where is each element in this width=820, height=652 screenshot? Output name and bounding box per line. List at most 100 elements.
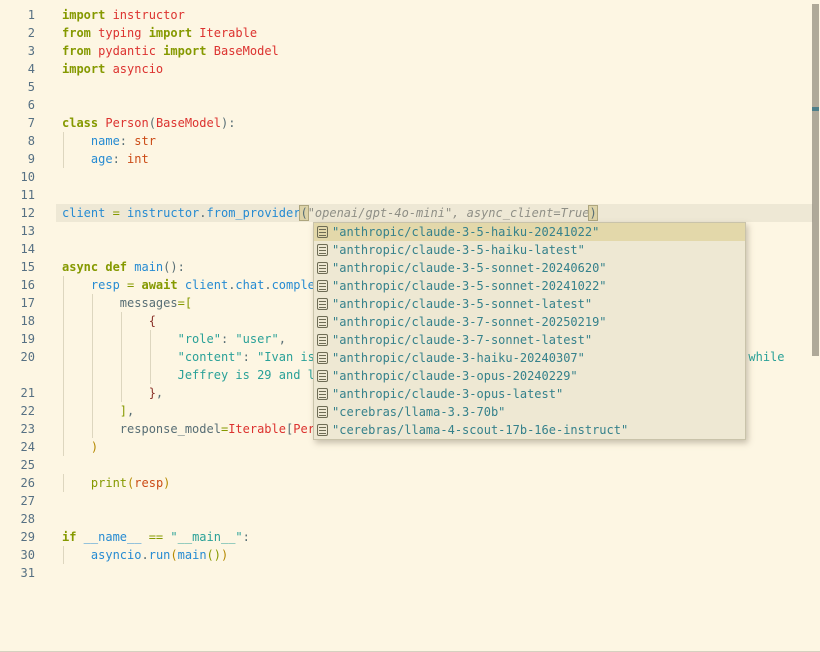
suggestion-item[interactable]: "anthropic/claude-3-5-sonnet-latest" (314, 295, 745, 313)
line-number: 5 (0, 78, 35, 96)
code-token: def (98, 260, 127, 274)
code-token: asyncio (105, 62, 163, 76)
code-line[interactable]: 7class Person(BaseModel): (0, 114, 820, 132)
suggestion-kind-icon (317, 226, 328, 238)
code-line[interactable]: 28 (0, 510, 820, 528)
code-token: () (207, 548, 221, 562)
code-token: from (62, 26, 91, 40)
code-token: ] (62, 404, 127, 418)
code-line[interactable]: 1 import instructor (0, 6, 820, 24)
autocomplete-popup[interactable]: "anthropic/claude-3-5-haiku-20241022""an… (313, 222, 746, 440)
code-line[interactable]: 24 ) (0, 438, 820, 456)
suggestion-label: "anthropic/claude-3-5-sonnet-latest" (332, 295, 592, 313)
code-token: int (120, 152, 149, 166)
code-line[interactable]: 29if __name__ == "__main__": (0, 528, 820, 546)
suggestion-item[interactable]: "anthropic/claude-3-opus-20240229" (314, 367, 745, 385)
code-line-content (62, 456, 820, 474)
suggestion-kind-icon (317, 334, 328, 346)
code-line-content: class Person(BaseModel): (62, 114, 820, 132)
code-line[interactable]: 6 (0, 96, 820, 114)
code-token: class (62, 116, 98, 130)
code-token: chat (235, 278, 264, 292)
inline-suggestion-ghost-text: "openai/gpt-4o-mini", async_client=True (308, 206, 590, 220)
code-token: await (134, 278, 177, 292)
code-line-content: import instructor (62, 6, 820, 24)
suggestion-item[interactable]: "anthropic/claude-3-5-haiku-20241022" (314, 223, 745, 241)
suggestion-item[interactable]: "anthropic/claude-3-haiku-20240307" (314, 349, 745, 367)
code-line[interactable]: 27 (0, 492, 820, 510)
code-token: main (127, 260, 163, 274)
suggestion-kind-icon (317, 352, 328, 364)
line-number: 9 (0, 150, 35, 168)
suggestion-item[interactable]: "anthropic/claude-3-5-sonnet-20240620" (314, 259, 745, 277)
code-line[interactable]: 3from pydantic import BaseModel (0, 42, 820, 60)
suggestion-item[interactable]: "anthropic/claude-3-7-sonnet-latest" (314, 331, 745, 349)
line-number: 28 (0, 510, 35, 528)
code-token: import (62, 62, 105, 76)
code-line-content: asyncio.run(main()) (62, 546, 820, 564)
code-token: client (178, 278, 229, 292)
code-token: Iterable (192, 26, 257, 40)
code-token: while (748, 350, 784, 364)
suggestion-label: "anthropic/claude-3-haiku-20240307" (332, 349, 585, 367)
code-line-content (62, 96, 820, 114)
suggestion-item[interactable]: "anthropic/claude-3-5-sonnet-20241022" (314, 277, 745, 295)
code-token: Jeffrey is 29 and l (62, 368, 315, 382)
code-line[interactable]: 10 (0, 168, 820, 186)
line-number: 12 (0, 204, 35, 222)
suggestion-label: "anthropic/claude-3-5-sonnet-20241022" (332, 277, 607, 295)
code-token: ) (163, 476, 170, 490)
code-token: : (113, 152, 120, 166)
line-number: 10 (0, 168, 35, 186)
suggestion-kind-icon (317, 316, 328, 328)
code-line[interactable]: 25 (0, 456, 820, 474)
line-number: 26 (0, 474, 35, 492)
suggestion-item[interactable]: "anthropic/claude-3-opus-latest" (314, 385, 745, 403)
code-line[interactable]: 9 age: int (0, 150, 820, 168)
code-token: if (62, 530, 76, 544)
code-token: import (62, 8, 105, 22)
code-line[interactable]: 30 asyncio.run(main()) (0, 546, 820, 564)
code-line[interactable]: 26 print(resp) (0, 474, 820, 492)
code-line[interactable]: 5 (0, 78, 820, 96)
code-line[interactable]: 12client = instructor.from_provider("ope… (0, 204, 820, 222)
code-token: . (199, 206, 206, 220)
code-editor[interactable]: 1 import instructor2from typing import It… (0, 0, 820, 652)
code-token: (): (163, 260, 185, 274)
suggestion-item[interactable]: "anthropic/claude-3-5-haiku-latest" (314, 241, 745, 259)
code-token: Per (293, 422, 315, 436)
code-line[interactable]: 31 (0, 564, 820, 582)
line-number: 1 (0, 6, 35, 24)
code-token: Iterable (228, 422, 286, 436)
scrollbar-thumb[interactable] (812, 4, 819, 356)
code-token: str (127, 134, 156, 148)
line-number: 3 (0, 42, 35, 60)
code-token: age (62, 152, 113, 166)
code-token: comple (272, 278, 315, 292)
code-token: = (105, 206, 119, 220)
code-token: pydantic (91, 44, 156, 58)
code-token: == (141, 530, 163, 544)
suggestion-item[interactable]: "cerebras/llama-3.3-70b" (314, 403, 745, 421)
suggestion-label: "cerebras/llama-3.3-70b" (332, 403, 505, 421)
code-token: : (243, 350, 250, 364)
line-number: 27 (0, 492, 35, 510)
line-number: 21 (0, 384, 35, 402)
suggestion-item[interactable]: "cerebras/llama-4-scout-17b-16e-instruct… (314, 421, 745, 439)
code-token: resp (134, 476, 163, 490)
code-line-content (62, 186, 820, 204)
code-line[interactable]: 11 (0, 186, 820, 204)
line-number: 30 (0, 546, 35, 564)
code-token: main (178, 548, 207, 562)
code-line[interactable]: 8 name: str (0, 132, 820, 150)
suggestion-kind-icon (317, 262, 328, 274)
suggestion-kind-icon (317, 244, 328, 256)
code-line[interactable]: 2from typing import Iterable (0, 24, 820, 42)
code-line[interactable]: 4import asyncio (0, 60, 820, 78)
suggestion-label: "anthropic/claude-3-opus-latest" (332, 385, 563, 403)
code-token: , (156, 386, 163, 400)
suggestion-item[interactable]: "anthropic/claude-3-7-sonnet-20250219" (314, 313, 745, 331)
code-token: , (279, 332, 286, 346)
line-number: 11 (0, 186, 35, 204)
code-line-content: import asyncio (62, 60, 820, 78)
